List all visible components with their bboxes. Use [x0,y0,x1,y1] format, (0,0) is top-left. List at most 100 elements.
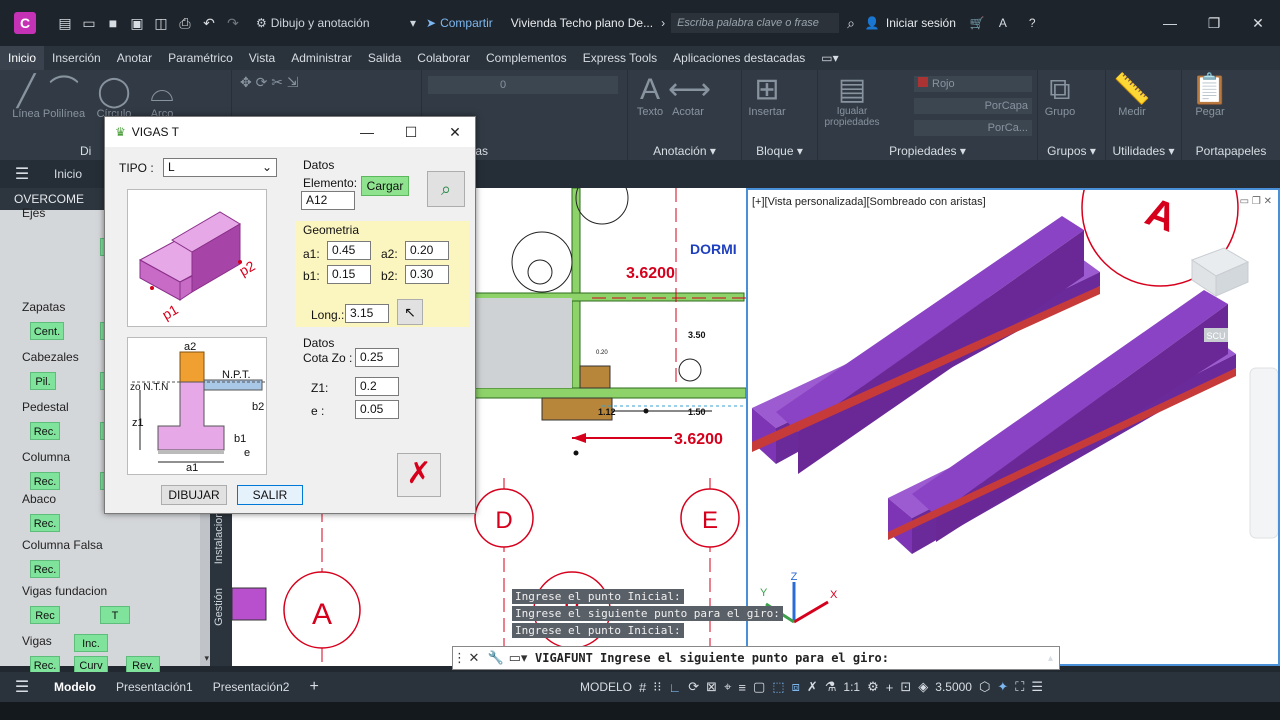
palette-button[interactable]: Rec. [30,472,60,490]
b1-input[interactable]: 0.15 [327,265,371,284]
add-layout-icon[interactable]: + [299,678,328,696]
viewport-label[interactable]: [+][Vista personalizada][Sombreado con a… [752,196,986,208]
group-tool[interactable]: ⧉ Grupo [1042,74,1078,119]
arc-tool[interactable]: ⌓ Arco [140,76,184,121]
salir-button[interactable]: SALIR [237,485,303,505]
settings-gear-icon[interactable]: ⚙ [867,679,879,695]
undo-icon[interactable]: ↶ [200,15,218,32]
command-line[interactable]: ⋮ ✕ 🔧 ▭▾ VIGAFUNT Ingrese el siguiente p… [452,646,1060,670]
pick-length-button[interactable]: ↖ [397,299,423,325]
customize-icon[interactable]: ☰ [1031,679,1043,695]
start-tab[interactable]: Inicio [44,167,92,181]
measure-tool[interactable]: 📏 Medir [1112,74,1152,119]
match-properties-tool[interactable]: ▤ Igualar propiedades [824,74,880,129]
annotation-scale[interactable]: 1:1 [843,680,860,694]
z1-input[interactable]: 0.2 [355,377,399,396]
redo-icon[interactable]: ↷ [224,15,242,32]
utilities-group-label[interactable]: Utilidades ▾ [1106,144,1181,158]
ribbon-tab-6[interactable]: Salida [360,46,409,70]
snap-icon[interactable]: ⁝⁝ [653,679,661,695]
isolate-objects-icon[interactable]: ✦ [997,679,1008,695]
menu-icon[interactable]: ☰ [0,164,44,184]
search-input[interactable]: Escriba palabra clave o frase [671,13,840,33]
wrench-icon[interactable]: 🔧 [485,650,507,666]
ortho-icon[interactable]: ∟ [669,680,682,695]
restore-icon[interactable]: ❐ [1192,15,1236,32]
save-icon[interactable]: ■ [104,15,122,31]
palette-button[interactable]: Rec [30,606,60,624]
a1-input[interactable]: 0.45 [327,241,371,260]
hardware-icon[interactable]: ⬡ [979,679,990,695]
cargar-button[interactable]: Cargar [361,176,409,196]
chevron-right-icon[interactable]: › [661,16,665,30]
fullscreen-icon[interactable]: ⛶ [1015,679,1024,695]
layers-stack-icon[interactable]: ◈ [918,679,928,695]
circle-tool[interactable]: ◯ Círculo [92,76,136,121]
elemento-input[interactable]: A12 [301,191,355,210]
otrack-icon[interactable]: ⌖ [724,679,731,695]
ribbon-tab-0[interactable]: Inicio [0,46,45,70]
model-tab[interactable]: Modelo [44,680,106,694]
line-tool[interactable]: ╱ Línea [6,76,46,121]
layout-menu-icon[interactable]: ☰ [0,677,44,697]
dialog-maximize-icon[interactable]: ☐ [389,117,433,147]
navigation-bar[interactable] [1249,367,1278,539]
ribbon-tab-9[interactable]: Express Tools [575,46,665,70]
linetype-dropdown[interactable]: PorCapa [914,98,1032,114]
viewport-controls[interactable]: ▭ ❐ ✕ [1240,196,1272,207]
lineweight-dropdown[interactable]: PorCa... [914,120,1032,136]
open-folder-icon[interactable]: ▭ [80,15,98,32]
scroll-down-icon[interactable]: ▾ [204,653,209,664]
annotation-visibility-icon[interactable]: ⚗ [825,679,837,695]
block-group-label[interactable]: Bloque ▾ [742,144,817,158]
print-icon[interactable]: ⎙ [176,15,194,32]
long-input[interactable]: 3.15 [345,304,389,323]
palette-button[interactable]: Pil. [30,372,56,390]
save-as-icon[interactable]: ▣ [128,15,146,32]
grip-icon[interactable]: ⋮ [453,650,466,666]
ribbon-tab-4[interactable]: Vista [241,46,283,70]
dynamic-ucs-icon[interactable]: ✗ [807,679,818,695]
workspace-selector[interactable]: ⚙ Dibujo y anotación ▾ [256,16,416,30]
ribbon-tab-2[interactable]: Anotar [109,46,160,70]
layer-dropdown[interactable]: 0 [428,76,618,94]
properties-group-label[interactable]: Propiedades ▾ [818,144,1037,158]
transparency-icon[interactable]: ▢ [753,679,765,695]
dibujar-button[interactable]: DIBUJAR [161,485,227,505]
share-button[interactable]: ➤ Compartir [426,16,493,30]
tipo-select[interactable]: L ⌄ [163,158,277,177]
autodesk-icon[interactable]: A [999,16,1007,30]
modify-icons[interactable]: ✥ ⟳ ✂ ⇲ [240,74,400,91]
color-dropdown[interactable]: Rojo [914,76,1032,92]
select-element-button[interactable]: ⌕ [427,171,465,207]
palette-button[interactable]: Inc. [74,634,108,652]
b2-input[interactable]: 0.30 [405,265,449,284]
help-icon[interactable]: ? [1029,16,1036,30]
palette-button[interactable]: T [100,606,130,624]
dim-tool[interactable]: ⟷ Acotar [668,74,711,119]
3d-osnap-icon[interactable]: ⧈ [792,679,800,695]
palette-button[interactable]: Rec. [30,422,60,440]
dialog-minimize-icon[interactable]: — [345,117,389,147]
viewport-3d[interactable]: A Z X Y SCU [+][Vista personalizada][Som… [746,188,1280,666]
selection-cycle-icon[interactable]: ⬚ [772,679,784,695]
polyline-tool[interactable]: ⌒ Polilínea [42,76,86,121]
close-icon[interactable]: ✕ [463,650,485,666]
cart-icon[interactable]: 🛒 [970,16,985,30]
paste-tool[interactable]: 📋 Pegar [1188,74,1232,119]
text-tool[interactable]: A Texto [632,74,668,119]
cotazo-input[interactable]: 0.25 [355,348,399,367]
app-icon[interactable]: C [14,12,36,34]
e-input[interactable]: 0.05 [355,400,399,419]
lineweight-icon[interactable]: ≡ [738,680,746,695]
minimize-icon[interactable]: — [1148,15,1192,31]
expand-history-icon[interactable]: ▴ [1048,653,1053,664]
insert-tool[interactable]: ⊞ Insertar [742,74,792,119]
annotation-group-label[interactable]: Anotación ▾ [628,144,741,158]
signin-button[interactable]: 👤 Iniciar sesión [865,16,956,30]
add-icon[interactable]: + [886,680,894,695]
isolate-icon[interactable]: ⊡ [900,679,911,695]
polar-icon[interactable]: ⟳ [688,679,699,695]
layout2-tab[interactable]: Presentación2 [203,680,300,694]
grid-icon[interactable]: # [639,680,646,695]
